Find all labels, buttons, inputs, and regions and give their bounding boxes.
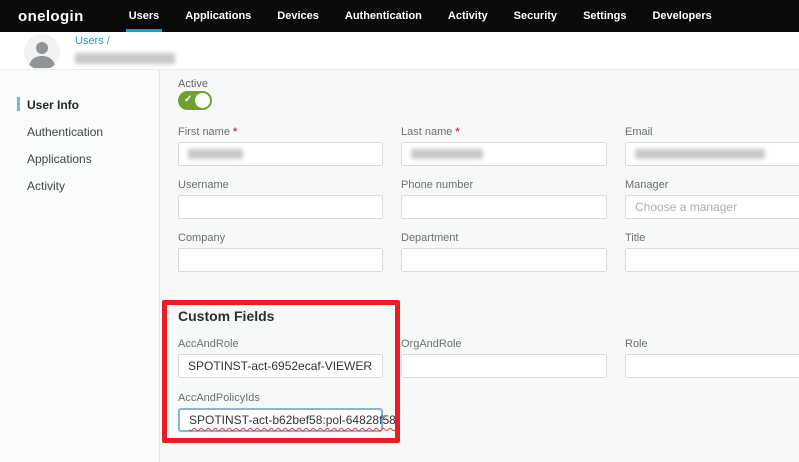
acc-and-role-input[interactable]	[178, 354, 383, 378]
manager-input[interactable]	[625, 195, 799, 219]
phone-number-input[interactable]	[401, 195, 607, 219]
field-username: Username	[178, 179, 383, 219]
required-asterisk: *	[233, 126, 237, 138]
field-first-name: First name*	[178, 126, 383, 166]
acc-and-policy-ids-label: AccAndPolicyIds	[178, 392, 383, 404]
username-label: Username	[178, 179, 383, 191]
nav-item-developers[interactable]: Developers	[639, 0, 724, 32]
acc-and-role-label: AccAndRole	[178, 338, 383, 350]
custom-fields-heading: Custom Fields	[178, 308, 799, 324]
username-input[interactable]	[178, 195, 383, 219]
nav-item-users[interactable]: Users	[116, 0, 173, 32]
sidebar: User Info Authentication Applications Ac…	[0, 70, 160, 462]
breadcrumb-users-link[interactable]: Users /	[75, 35, 175, 47]
profile-fields-grid: First name* Last name* Email	[178, 126, 799, 272]
nav-item-authentication[interactable]: Authentication	[332, 0, 435, 32]
onelogin-admin-app: onelogin Users Applications Devices Auth…	[0, 0, 799, 462]
field-org-and-role: OrgAndRole	[401, 338, 607, 378]
field-acc-and-policy-ids: AccAndPolicyIds SPOTINST-act-b62bef58:po…	[178, 392, 383, 432]
nav-item-activity[interactable]: Activity	[435, 0, 501, 32]
person-icon	[24, 57, 60, 70]
redacted-user-name	[75, 53, 175, 64]
breadcrumb-block: Users /	[75, 35, 175, 64]
field-email: Email	[625, 126, 799, 166]
sidebar-item-applications[interactable]: Applications	[0, 146, 159, 172]
org-and-role-input[interactable]	[401, 354, 607, 378]
onelogin-logo: onelogin	[18, 8, 84, 25]
acc-and-policy-ids-value: SPOTINST-act-b62bef58:pol-64828f58	[189, 413, 396, 427]
field-acc-and-role: AccAndRole	[178, 338, 383, 378]
nav-menu: Users Applications Devices Authenticatio…	[116, 0, 725, 32]
org-and-role-label: OrgAndRole	[401, 338, 607, 350]
role-input[interactable]	[625, 354, 799, 378]
role-label: Role	[625, 338, 799, 350]
redacted-last-name-value	[411, 149, 483, 159]
required-asterisk: *	[455, 126, 459, 138]
active-toggle-label: Active	[178, 78, 799, 90]
manager-label: Manager	[625, 179, 799, 191]
active-toggle[interactable]: ✓	[178, 91, 212, 110]
field-phone-number: Phone number	[401, 179, 607, 219]
page-header: Users /	[0, 32, 799, 70]
nav-item-applications[interactable]: Applications	[172, 0, 264, 32]
sidebar-item-authentication[interactable]: Authentication	[0, 119, 159, 145]
sidebar-item-activity[interactable]: Activity	[0, 173, 159, 199]
department-label: Department	[401, 232, 607, 244]
email-label: Email	[625, 126, 799, 138]
check-icon: ✓	[184, 94, 192, 105]
last-name-label: Last name	[401, 126, 452, 138]
field-role: Role	[625, 338, 799, 378]
department-input[interactable]	[401, 248, 607, 272]
user-info-panel: Active ✓ First name* Last name*	[160, 70, 799, 462]
title-label: Title	[625, 232, 799, 244]
nav-item-settings[interactable]: Settings	[570, 0, 639, 32]
field-company: Company	[178, 232, 383, 272]
title-input[interactable]	[625, 248, 799, 272]
nav-item-devices[interactable]: Devices	[264, 0, 332, 32]
field-last-name: Last name*	[401, 126, 607, 166]
field-department: Department	[401, 232, 607, 272]
company-input[interactable]	[178, 248, 383, 272]
sidebar-item-user-info[interactable]: User Info	[0, 92, 159, 118]
redacted-email-value	[635, 149, 765, 159]
field-manager: Manager	[625, 179, 799, 219]
redacted-first-name-value	[188, 149, 243, 159]
company-label: Company	[178, 232, 383, 244]
nav-item-security[interactable]: Security	[501, 0, 570, 32]
top-nav: onelogin Users Applications Devices Auth…	[0, 0, 799, 32]
field-title: Title	[625, 232, 799, 272]
main-layout: User Info Authentication Applications Ac…	[0, 70, 799, 462]
acc-and-policy-ids-input[interactable]: SPOTINST-act-b62bef58:pol-64828f58	[178, 408, 383, 432]
custom-fields-grid: AccAndRole OrgAndRole Role	[178, 338, 799, 378]
custom-fields-grid-row2: AccAndPolicyIds SPOTINST-act-b62bef58:po…	[178, 392, 799, 432]
toggle-knob	[195, 93, 210, 108]
first-name-label: First name	[178, 126, 230, 138]
phone-number-label: Phone number	[401, 179, 607, 191]
user-avatar	[24, 34, 60, 70]
